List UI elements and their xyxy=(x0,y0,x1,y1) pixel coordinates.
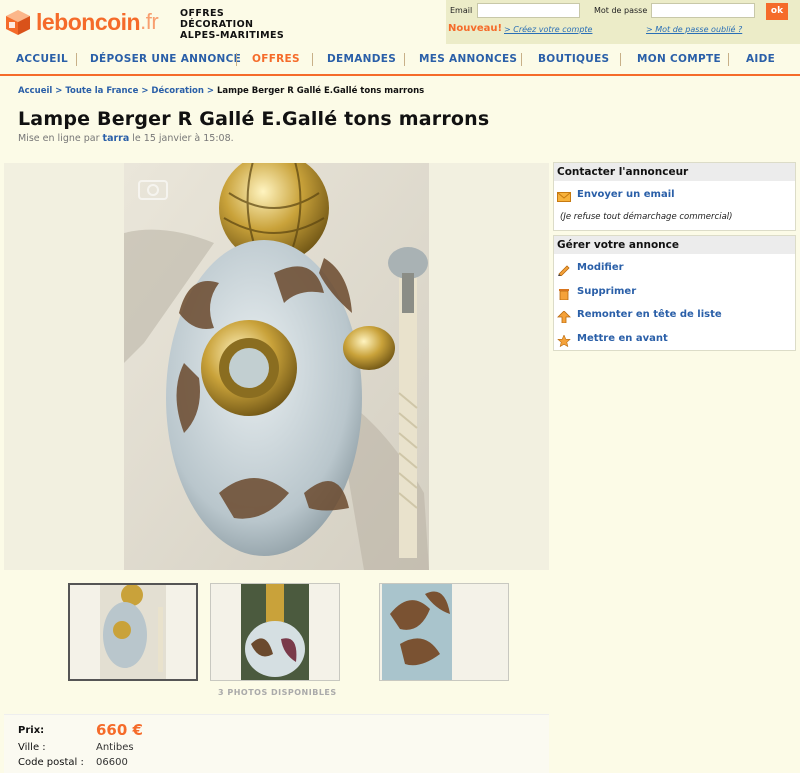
nav-accueil[interactable]: ACCUEIL xyxy=(16,53,68,65)
breadcrumb-separator: > xyxy=(138,86,152,96)
modify-button[interactable]: Modifier xyxy=(557,261,624,277)
nav-boutiques[interactable]: BOUTIQUES xyxy=(538,53,609,65)
nav-demandes[interactable]: DEMANDES xyxy=(327,53,396,65)
section-context: OFFRES DÉCORATION ALPES-MARITIMES xyxy=(180,8,284,41)
send-email-label: Envoyer un email xyxy=(577,188,675,200)
pencil-icon xyxy=(557,261,571,277)
breadcrumb-separator: > xyxy=(203,86,217,96)
feature-listing-button[interactable]: Mettre en avant xyxy=(557,332,668,348)
main-photo[interactable] xyxy=(124,163,429,570)
posted-prefix: Mise en ligne par xyxy=(18,133,100,144)
contact-panel-title: Contacter l'annonceur xyxy=(554,163,795,181)
box-logo-icon xyxy=(4,8,32,36)
city-label: Ville : xyxy=(18,742,46,753)
price-label: Prix: xyxy=(18,725,45,736)
postal-label: Code postal : xyxy=(18,757,84,768)
postal-value: 06600 xyxy=(96,757,128,768)
delete-label: Supprimer xyxy=(577,285,637,297)
context-line: ALPES-MARITIMES xyxy=(180,30,285,41)
email-label: Email xyxy=(450,6,473,15)
no-solicitation-note: (Je refuse tout démarchage commercial) xyxy=(560,212,733,222)
breadcrumb-accueil[interactable]: Accueil xyxy=(18,86,52,96)
nav-offres[interactable]: OFFRES xyxy=(252,53,300,65)
page-title: Lampe Berger R Gallé E.Gallé tons marron… xyxy=(18,108,490,130)
logo-name: leboncoin xyxy=(36,8,141,35)
posted-date: le 15 janvier à 15:08. xyxy=(132,133,234,144)
site-logo[interactable]: leboncoin .fr xyxy=(4,5,159,39)
nav-mes-annonces[interactable]: MES ANNONCES xyxy=(419,53,517,65)
bump-listing-label: Remonter en tête de liste xyxy=(577,308,722,320)
password-label: Mot de passe xyxy=(594,6,648,15)
nav-mon-compte[interactable]: MON COMPTE xyxy=(637,53,721,65)
create-account-link[interactable]: > Créez votre compte xyxy=(504,25,592,34)
nav-divider xyxy=(236,53,237,66)
site-header: leboncoin .fr OFFRES DÉCORATION ALPES-MAR… xyxy=(0,0,800,44)
login-box: Email Mot de passe ok Nouveau! > Créez v… xyxy=(446,0,800,44)
thumbnail-3[interactable] xyxy=(379,583,509,681)
price-value: 660 € xyxy=(96,721,143,739)
nav-divider xyxy=(404,53,405,66)
feature-listing-label: Mettre en avant xyxy=(577,332,668,344)
nav-divider xyxy=(521,53,522,66)
breadcrumb-separator: > xyxy=(52,86,66,96)
posted-info: Mise en ligne par tarra le 15 janvier à … xyxy=(18,133,234,144)
delete-button[interactable]: Supprimer xyxy=(557,285,637,301)
bump-listing-button[interactable]: Remonter en tête de liste xyxy=(557,308,722,324)
send-email-button[interactable]: Envoyer un email xyxy=(557,188,675,202)
nav-divider xyxy=(728,53,729,66)
nouveau-label: Nouveau! xyxy=(448,23,503,34)
context-line: DÉCORATION xyxy=(180,19,254,30)
context-line: OFFRES xyxy=(180,8,225,19)
nav-deposer-annonce[interactable]: DÉPOSER UNE ANNONCE xyxy=(90,53,241,65)
forgot-password-link[interactable]: > Mot de passe oublié ? xyxy=(646,25,742,34)
login-ok-button[interactable]: ok xyxy=(766,3,788,20)
breadcrumb-decoration[interactable]: Décoration xyxy=(151,86,204,96)
nav-divider xyxy=(76,53,77,66)
logo-suffix: .fr xyxy=(140,9,159,34)
breadcrumb-toute-la-france[interactable]: Toute la France xyxy=(65,86,138,96)
thumbnail-strip xyxy=(68,583,509,683)
contact-panel: Contacter l'annonceur Envoyer un email (… xyxy=(553,162,796,231)
nav-divider xyxy=(620,53,621,66)
nav-divider xyxy=(312,53,313,66)
manage-panel-title: Gérer votre annonce xyxy=(554,236,795,254)
thumbnail-1[interactable] xyxy=(68,583,198,681)
main-photo-area xyxy=(4,163,549,570)
arrow-up-icon xyxy=(557,308,571,324)
password-field[interactable] xyxy=(651,3,755,18)
breadcrumb-current: Lampe Berger R Gallé E.Gallé tons marron… xyxy=(216,86,425,96)
ad-details: Prix: 660 € Ville : Antibes Code postal … xyxy=(4,714,549,773)
star-icon xyxy=(557,332,571,348)
manage-panel: Gérer votre annonce Modifier Supprimer R… xyxy=(553,235,796,351)
breadcrumb: Accueil > Toute la France > Décoration >… xyxy=(18,86,424,96)
email-field[interactable] xyxy=(477,3,580,18)
envelope-icon xyxy=(557,188,571,202)
main-nav: ACCUEIL DÉPOSER UNE ANNONCE OFFRES DEMAN… xyxy=(0,48,800,76)
photos-count: 3 PHOTOS DISPONIBLES xyxy=(218,688,337,697)
city-value: Antibes xyxy=(96,742,134,753)
seller-link[interactable]: tarra xyxy=(103,133,130,144)
nav-aide[interactable]: AIDE xyxy=(746,53,775,65)
thumbnail-2[interactable] xyxy=(210,583,340,681)
trash-icon xyxy=(557,285,571,301)
modify-label: Modifier xyxy=(577,261,624,273)
